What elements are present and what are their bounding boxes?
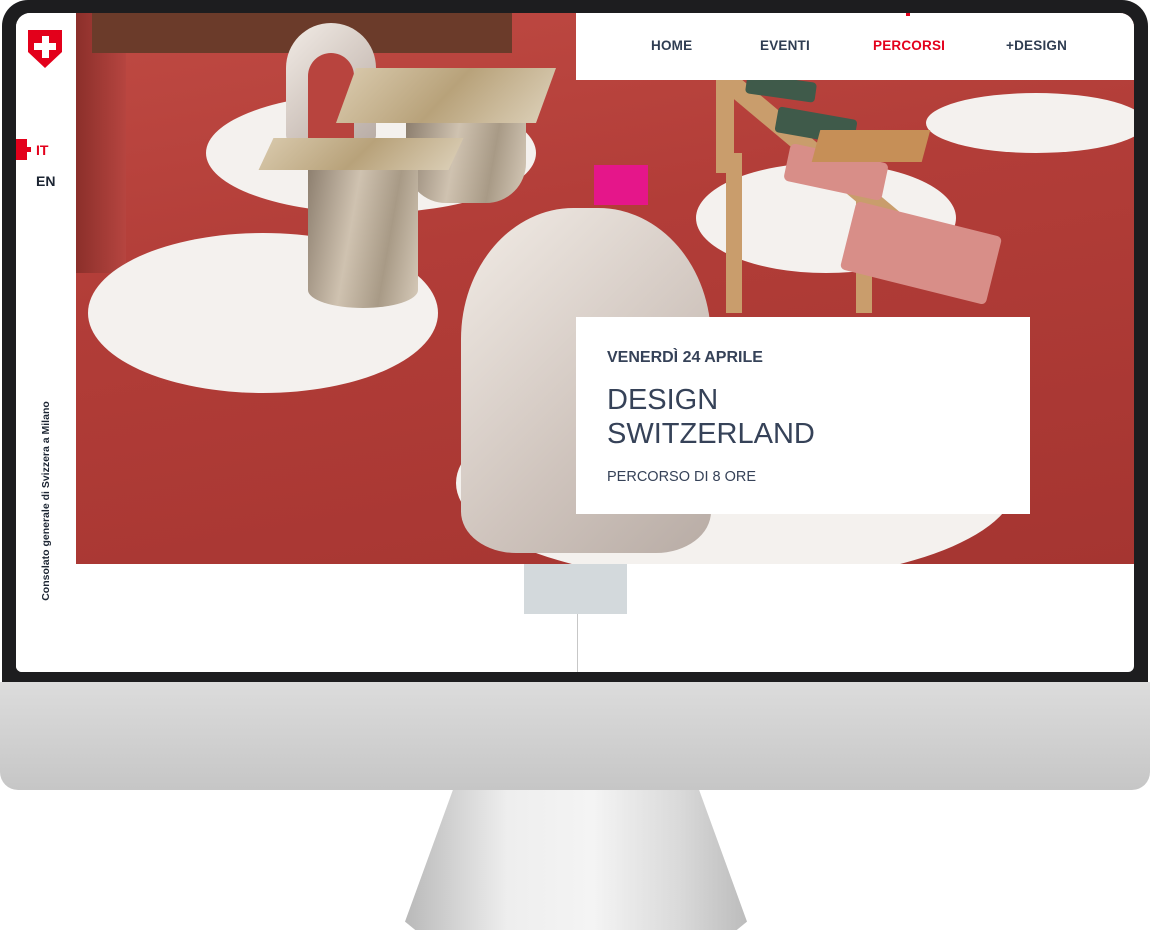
top-navigation: HOME EVENTI PERCORSI +DESIGN [576, 13, 1134, 80]
nav-eventi[interactable]: EVENTI [760, 38, 810, 53]
active-language-marker [16, 139, 31, 160]
nav-home[interactable]: HOME [651, 38, 692, 53]
event-card[interactable]: VENERDÌ 24 APRILE DESIGN SWITZERLAND PER… [576, 317, 1030, 514]
nav-percorsi[interactable]: PERCORSI [873, 38, 945, 53]
language-en-link[interactable]: EN [36, 173, 55, 189]
swiss-cross-icon[interactable] [28, 30, 62, 68]
event-title-line2: SWITZERLAND [607, 418, 815, 450]
monitor-chin [0, 682, 1150, 790]
event-title: DESIGN SWITZERLAND [607, 383, 1007, 451]
nav-design[interactable]: +DESIGN [1006, 38, 1067, 53]
consulate-label: Consolato generale di Svizzera a Milano [40, 401, 52, 601]
sidebar: IT EN Consolato generale di Svizzera a M… [16, 13, 76, 672]
event-date: VENERDÌ 24 APRILE [607, 349, 763, 366]
scroll-down-indicator[interactable] [524, 564, 627, 614]
event-subtitle: PERCORSO DI 8 ORE [607, 469, 757, 485]
scroll-line [577, 614, 578, 672]
event-title-line1: DESIGN [607, 384, 719, 416]
nav-active-indicator [906, 13, 910, 16]
language-it-link[interactable]: IT [36, 142, 48, 158]
website-screen: IT EN Consolato generale di Svizzera a M… [16, 13, 1134, 672]
monitor-stand [405, 790, 747, 930]
